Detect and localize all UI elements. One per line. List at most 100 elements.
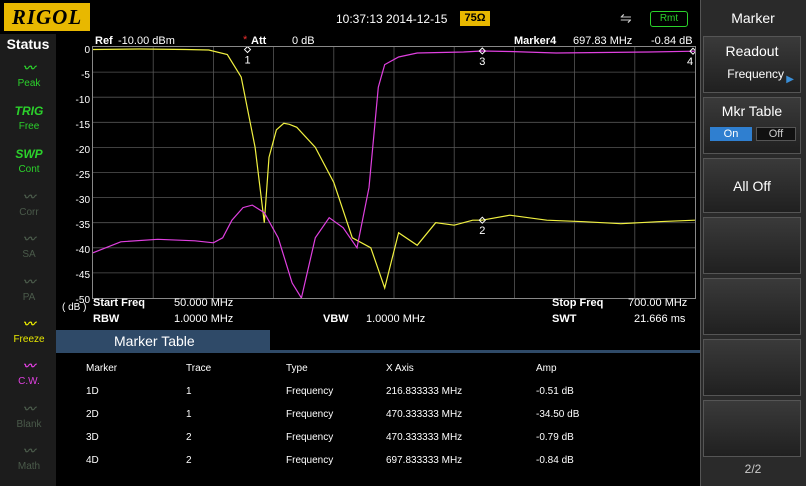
table-cell: Frequency [286, 409, 334, 420]
empty-softkey-2[interactable] [703, 278, 801, 335]
table-cell: 216.833333 MHz [386, 386, 463, 397]
empty-softkey-1[interactable] [703, 217, 801, 274]
off-toggle[interactable]: Off [756, 127, 796, 141]
att-label: Att [251, 35, 267, 47]
marker-1 [243, 45, 252, 54]
att-value: 0 dB [292, 35, 315, 47]
start-freq-value: 50.000 MHz [174, 297, 234, 309]
status-item-corr: 〰 Corr [8, 187, 50, 227]
table-cell: Frequency [286, 432, 334, 443]
status-item-label: Peak [17, 78, 41, 89]
vbw-value: 1.0000 MHz [366, 313, 426, 325]
table-cell: 697.833333 MHz [386, 455, 463, 466]
stop-freq-label: Stop Freq [552, 297, 604, 309]
marker-table: Marker Trace Type X Axis Amp 1D 1 Frequency 216.… [56, 353, 700, 486]
spectrum-plot: 1 2 3 4 [92, 45, 697, 300]
page-indicator: 2/2 [744, 462, 762, 476]
marker-label: Marker4 [514, 35, 557, 47]
y-tick-label: -35 [75, 220, 90, 231]
cw-icon: 〰 [22, 359, 35, 373]
table-cell: 1 [186, 409, 192, 420]
status-item-pa: 〰 PA [8, 272, 50, 312]
blank-icon: 〰 [22, 402, 35, 416]
status-item-label: Blank [16, 419, 42, 430]
table-cell: -0.84 dB [536, 455, 574, 466]
status-item-label: Free [18, 121, 40, 132]
status-item-label: Cont [18, 164, 40, 175]
swt-value: 21.666 ms [634, 313, 686, 325]
y-tick-label: -45 [75, 270, 90, 281]
all-off-softkey[interactable]: All Off [703, 158, 801, 213]
marker-table-header: X Axis [386, 363, 414, 374]
math-icon: 〰 [22, 444, 35, 458]
status-item-label: C.W. [18, 376, 40, 387]
marker-table-header: Trace [186, 363, 212, 374]
table-cell: 4D [86, 455, 99, 466]
y-tick-label: 0 [84, 45, 90, 56]
on-toggle[interactable]: On [710, 127, 752, 141]
table-cell: 2 [186, 432, 192, 443]
table-cell: -0.51 dB [536, 386, 574, 397]
status-item-freeze: 〰 Freeze [8, 314, 50, 354]
table-cell: 2D [86, 409, 99, 420]
marker-freq: 697.83 MHz [573, 35, 633, 47]
triangle-right-icon: ▶ [786, 74, 794, 85]
corr-icon: 〰 [22, 190, 35, 204]
marker-amp: -0.84 dB [651, 35, 693, 47]
y-tick-label: -15 [75, 120, 90, 131]
y-tick-label: -25 [75, 170, 90, 181]
marker-label-1: 1 [245, 55, 251, 67]
pa-icon: 〰 [22, 275, 35, 289]
mkr-table-label: Mkr Table [721, 103, 783, 119]
ref-label: Ref [95, 35, 113, 47]
status-title: Status [6, 36, 50, 52]
ref-value: -10.00 dBm [118, 35, 175, 47]
rbw-value: 1.0000 MHz [174, 313, 234, 325]
empty-softkey-3[interactable] [703, 339, 801, 396]
all-off-label: All Off [733, 178, 771, 194]
status-item-math: 〰 Math [8, 441, 50, 481]
rbw-label: RBW [93, 313, 120, 325]
vbw-label: VBW [323, 313, 349, 325]
datetime: 10:37:13 2014-12-15 [336, 12, 448, 26]
empty-softkey-4[interactable] [703, 400, 801, 457]
table-cell: 1D [86, 386, 99, 397]
table-cell: 2 [186, 455, 192, 466]
table-cell: Frequency [286, 386, 334, 397]
status-item-free: TRIG Free [8, 101, 50, 141]
table-cell: 3D [86, 432, 99, 443]
status-item-label: SA [22, 249, 36, 260]
table-cell: Frequency [286, 455, 334, 466]
swp-icon: SWP [15, 147, 43, 161]
status-item-sa: 〰 SA [8, 229, 50, 269]
marker-table-header: Marker [86, 363, 118, 374]
marker-label-3: 3 [479, 56, 485, 68]
trig-icon: TRIG [14, 104, 44, 118]
y-tick-label: -30 [75, 195, 90, 206]
start-freq-label: Start Freq [93, 297, 145, 309]
impedance-badge: 75Ω [460, 11, 490, 26]
marker-label-2: 2 [479, 225, 485, 237]
freeze-icon: 〰 [22, 317, 35, 331]
marker-table-header: Amp [536, 363, 557, 374]
peak-icon: 〰 [22, 61, 35, 75]
usb-icon: ⇋ [620, 10, 632, 26]
sa-icon: 〰 [22, 232, 35, 246]
y-tick-label: -10 [75, 95, 90, 106]
unit-label: ( dB ) [62, 302, 87, 313]
mkr-table-softkey[interactable]: Mkr Table On Off [703, 97, 801, 154]
status-item-blank: 〰 Blank [8, 399, 50, 439]
table-cell: 470.333333 MHz [386, 432, 463, 443]
marker-table-header: Type [286, 363, 308, 374]
y-axis-labels: 0 -5 -10 -15 -20 -25 -30 -35 -40 -45 -50 [56, 34, 92, 314]
spectrum-display[interactable]: 1 2 3 4 [92, 45, 697, 300]
table-cell: 1 [186, 386, 192, 397]
menu-title: Marker [731, 10, 775, 26]
y-tick-label: -20 [75, 145, 90, 156]
status-item-label: Corr [19, 207, 39, 218]
readout-softkey[interactable]: Readout Frequency ▶ [703, 36, 801, 93]
status-item-label: Math [17, 461, 41, 472]
att-star-icon: * [243, 34, 248, 46]
status-item-label: PA [22, 292, 36, 303]
status-item-peak: 〰 Peak [8, 58, 50, 98]
